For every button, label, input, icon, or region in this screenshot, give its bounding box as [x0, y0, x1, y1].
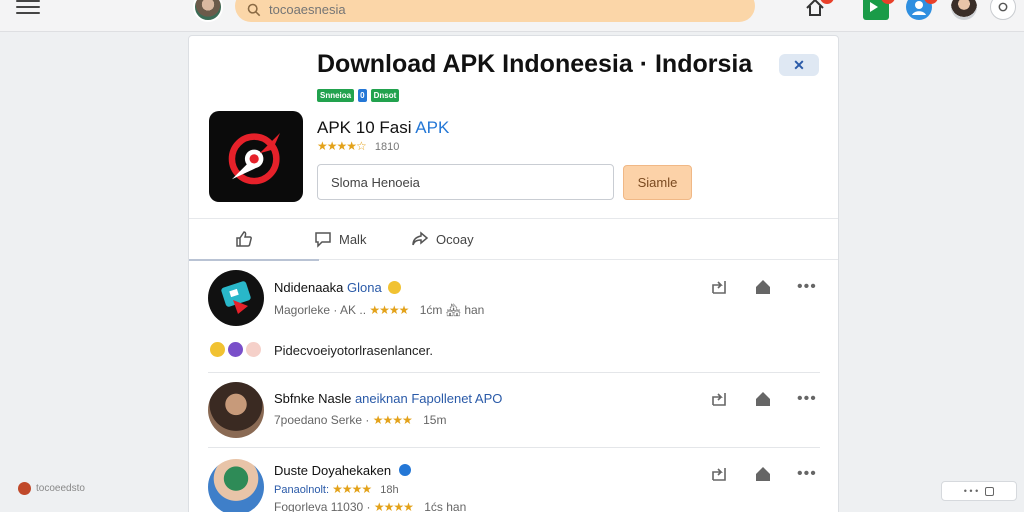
top-bar: 2 17 1 [0, 0, 1024, 32]
search-bar[interactable] [235, 0, 755, 22]
footer-status: tocoeedsto [18, 482, 85, 495]
footer-text: tocoeedsto [36, 483, 85, 494]
emoji-icon [210, 342, 225, 357]
more-options-icon[interactable]: ••• [797, 465, 817, 483]
video-icon[interactable]: 17 [863, 0, 895, 20]
share-icon [412, 231, 429, 246]
tag-row: Snneioa 0 Dnsot [317, 89, 400, 102]
user-avatar[interactable] [951, 0, 977, 20]
page-title: Download APK Indoneesia · Indorsia [317, 50, 753, 78]
profile-icon[interactable]: 1 [906, 0, 938, 20]
more-options-icon[interactable]: ••• [797, 278, 817, 296]
divider [208, 447, 820, 448]
share-label: Ocoay [436, 231, 474, 247]
comment-icon [315, 232, 331, 248]
post-actions: ••• [709, 277, 817, 297]
reaction-icons[interactable] [210, 342, 261, 357]
post-author[interactable]: Ndidenaaka Glona [274, 280, 402, 295]
comment-label: Malk [339, 231, 367, 247]
emoji-icon [228, 342, 243, 357]
reply-icon[interactable] [709, 389, 729, 409]
app-name: APK 10 Fasi APK [317, 118, 449, 138]
rating-stars: ★★★★☆ [317, 139, 367, 153]
home-icon[interactable]: 2 [802, 0, 834, 20]
post-text: Pidecvoeiyotorlrasenlancer. [274, 343, 433, 358]
author-tag: aneiknan Fapollenet APO [354, 391, 503, 406]
post-avatar[interactable] [208, 459, 264, 512]
post-actions: ••• [709, 389, 817, 409]
name-input[interactable] [317, 164, 614, 200]
author-tag: Glona [347, 280, 382, 295]
post-author[interactable]: Sbfnke Nasle aneiknan Fapollenet APO [274, 391, 502, 406]
search-icon [247, 3, 261, 17]
menu-icon[interactable] [16, 0, 40, 14]
tag[interactable]: 0 [358, 89, 367, 102]
verified-icon [398, 464, 411, 476]
post-meta: Panaolnolt: ★★★★ 18h [274, 482, 399, 496]
active-tab-indicator [189, 259, 319, 261]
like-button[interactable] [234, 229, 260, 249]
post-avatar[interactable] [208, 270, 264, 326]
search-input[interactable] [269, 1, 709, 17]
home-icon[interactable] [753, 277, 773, 297]
post-time: 1ćm [419, 303, 443, 317]
app-name-text: APK 10 Fasi [317, 118, 412, 137]
rating-stars: ★★★★ [332, 482, 372, 496]
rating-stars: ★★★★ [369, 303, 409, 317]
post-extra: 🏘 han [445, 303, 485, 317]
meta-text: Magorleke · AK .. [274, 303, 370, 317]
screenshot-icon[interactable] [985, 486, 995, 496]
post-meta-2: Fogorleva 11030 · ★★★★ 1ćs han [274, 500, 466, 512]
tag[interactable]: Dnsot [370, 89, 400, 102]
app-rating: ★★★★☆ 1810 [317, 139, 399, 153]
meta-text: 7poedano Serke · [274, 413, 373, 427]
badge-icon [388, 281, 402, 294]
post-time: 15m [423, 413, 447, 427]
author-name: Duste Doyahekaken [274, 463, 392, 478]
post-extra: han [446, 500, 467, 512]
app-logo-icon [209, 111, 303, 202]
divider [208, 372, 820, 373]
app-card: Download APK Indoneesia · Indorsia ✕ Snn… [188, 35, 839, 512]
post-meta: 7poedano Serke · ★★★★ 15m [274, 413, 446, 427]
post-meta: Magorleke · AK .. ★★★★ 1ćm 🏘 han [274, 303, 484, 317]
submit-button[interactable]: Siamle [623, 165, 692, 200]
home-icon[interactable] [753, 464, 773, 484]
app-name-accent: APK [415, 118, 450, 137]
rating-stars: ★★★★ [372, 413, 413, 427]
action-bar: Malk Ocoay [189, 218, 838, 261]
comment-button[interactable]: Malk [313, 229, 366, 249]
post-author[interactable]: Duste Doyahekaken [274, 463, 411, 478]
home-icon[interactable] [753, 389, 773, 409]
status-icon [18, 482, 31, 495]
emoji-icon [246, 342, 261, 357]
post-time: 1ćs [424, 500, 443, 512]
close-button[interactable]: ✕ [779, 54, 819, 76]
post-avatar[interactable] [208, 382, 264, 438]
author-name: Ndidenaaka [274, 280, 344, 295]
footer-controls[interactable]: • • • [941, 481, 1017, 501]
settings-icon[interactable] [990, 0, 1016, 20]
footer-dots: • • • [963, 486, 979, 496]
rating-stars: ★★★★ [373, 500, 414, 512]
rating-count: 1810 [374, 141, 400, 153]
thumbs-up-icon [236, 231, 252, 247]
meta-text: Fogorleva 11030 · [274, 500, 374, 512]
author-name: Sbfnke Nasle [274, 391, 352, 406]
post-time: 18h [380, 484, 399, 496]
page-avatar[interactable] [193, 0, 223, 22]
meta-text: Panaolnolt: [274, 484, 333, 496]
more-options-icon[interactable]: ••• [797, 390, 817, 408]
reply-icon[interactable] [709, 277, 729, 297]
reply-icon[interactable] [709, 464, 729, 484]
tag[interactable]: Snneioa [317, 89, 355, 102]
post-actions: ••• [709, 464, 817, 484]
share-button[interactable]: Ocoay [410, 229, 474, 249]
